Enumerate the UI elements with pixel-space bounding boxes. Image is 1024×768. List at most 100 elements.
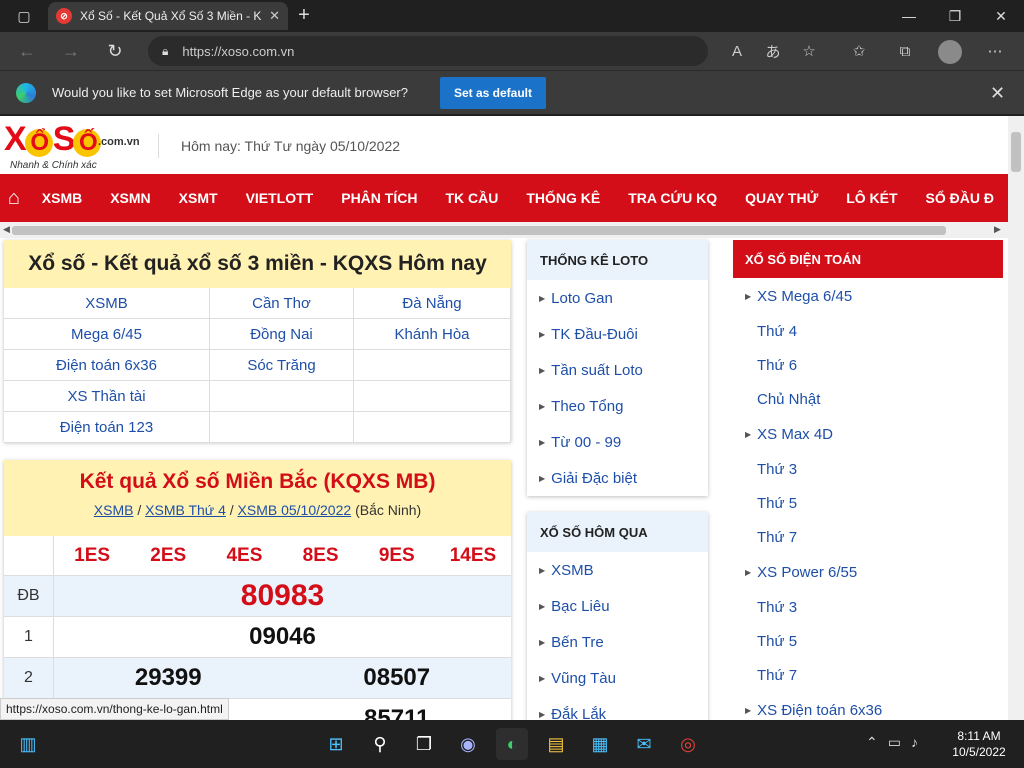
browser-tab[interactable]: ⊘ Xổ Số - Kết Quả Xổ Số 3 Miền - K ✕ (48, 2, 288, 30)
translate-icon[interactable]: あ (758, 37, 788, 65)
store-icon[interactable]: ▦ (584, 728, 616, 760)
caret-right-icon: ▶ (539, 293, 546, 303)
horizontal-scroll-thumb[interactable] (12, 226, 946, 235)
scroll-right-icon[interactable]: ▶ (994, 224, 1001, 235)
breadcrumb-xsmb[interactable]: XSMB (94, 502, 134, 518)
add-favorite-icon[interactable]: ☆ (794, 37, 824, 65)
computer-lottery-day-link[interactable]: Thứ 4 (757, 314, 797, 348)
yesterday-link[interactable]: ▶ Vũng Tàu (527, 660, 708, 696)
system-tray-icons[interactable]: ⌃▭♪ (866, 734, 928, 751)
region-link[interactable]: Mega 6/45 (4, 319, 210, 350)
caret-right-icon: ▶ (539, 565, 546, 575)
tab-close-icon[interactable]: ✕ (269, 8, 280, 24)
infobar-close-icon[interactable]: ✕ (990, 83, 1005, 104)
xsmb-results-box: Kết quả Xổ số Miền Bắc (KQXS MB) XSMB / … (4, 460, 511, 720)
region-link[interactable]: Cần Thơ (210, 288, 354, 319)
task-view-icon[interactable]: ❐ (408, 728, 440, 760)
nav-phan-tich[interactable]: PHÂN TÍCH (327, 190, 431, 206)
region-link (354, 350, 511, 381)
loto-stats-link[interactable]: ▶ TK Đầu-Đuôi (527, 316, 708, 352)
breadcrumb-xsmb-date[interactable]: XSMB 05/10/2022 (238, 502, 352, 518)
region-link[interactable]: Đồng Nai (210, 319, 354, 350)
computer-lottery-day-link[interactable]: Chủ Nhật (757, 382, 820, 416)
computer-lottery-day-link[interactable]: Thứ 5 (757, 624, 797, 658)
profile-avatar[interactable] (938, 40, 962, 64)
nav-tk-cau[interactable]: TK CẦU (431, 190, 512, 206)
set-as-default-button[interactable]: Set as default (440, 77, 546, 109)
widgets-icon[interactable]: ▥ (12, 728, 44, 760)
address-toolbar: ← → ↻ 🔒︎ https://xoso.com.vn A あ ☆ ✩ ⧉ ⋯ (0, 32, 1024, 70)
nav-tra-cuu-kq[interactable]: TRA CỨU KQ (614, 190, 731, 206)
scroll-left-icon[interactable]: ◀ (3, 224, 10, 235)
chat-icon[interactable]: ◉ (452, 728, 484, 760)
loto-stats-box: THỐNG KÊ LOTO ▶ Loto Gan ▶ TK Đầu-Đuôi ▶ Tầ… (527, 240, 708, 496)
chrome-icon[interactable]: ◎ (672, 728, 704, 760)
nav-xsmn[interactable]: XSMN (96, 190, 164, 206)
today-date: Hôm nay: Thứ Tư ngày 05/10/2022 (158, 134, 400, 158)
region-link[interactable]: Sóc Trăng (210, 350, 354, 381)
minimize-button[interactable]: — (886, 0, 932, 32)
yesterday-link[interactable]: ▶ Bến Tre (527, 624, 708, 660)
region-link[interactable]: Điện toán 6x36 (4, 350, 210, 381)
computer-lottery-link[interactable]: ▶ XS Mega 6/45 (745, 279, 852, 313)
taskbar-clock[interactable]: 8:11 AM 10/5/2022 (946, 728, 1012, 760)
vertical-scroll-thumb[interactable] (1011, 132, 1021, 172)
nav-quay-thu[interactable]: QUAY THỬ (731, 190, 832, 206)
nav-lo-ket[interactable]: LÔ KÉT (832, 190, 911, 206)
vertical-scrollbar[interactable] (1008, 116, 1024, 720)
more-menu-icon[interactable]: ⋯ (980, 37, 1010, 65)
yesterday-link[interactable]: ▶ Đắk Lắk (527, 696, 708, 721)
site-logo[interactable]: XỔSỐ .com.vn Nhanh & Chính xác (4, 120, 154, 172)
start-icon[interactable]: ⊞ (320, 728, 352, 760)
nav-thong-ke[interactable]: THỐNG KÊ (512, 190, 614, 206)
lock-icon[interactable]: 🔒︎ (162, 44, 168, 59)
loto-stats-link[interactable]: ▶ Tần suất Loto (527, 352, 708, 388)
region-link[interactable]: Đà Nẵng (354, 288, 511, 319)
home-icon[interactable]: ⌂ (0, 187, 28, 210)
file-explorer-icon[interactable]: ▤ (540, 728, 572, 760)
prize-2-value: 08507 (363, 664, 431, 691)
computer-lottery-day-link[interactable]: Thứ 3 (757, 452, 797, 486)
computer-lottery-day-link[interactable]: Thứ 7 (757, 520, 797, 554)
caret-right-icon: ▶ (539, 673, 546, 683)
yesterday-link[interactable]: ▶ Bạc Liêu (527, 588, 708, 624)
forward-button[interactable]: → (56, 36, 86, 66)
breadcrumb-xsmb-thu-4[interactable]: XSMB Thứ 4 (145, 502, 226, 518)
tab-actions-icon[interactable]: ▢ (8, 6, 40, 26)
loto-stats-link[interactable]: ▶ Từ 00 - 99 (527, 424, 708, 460)
computer-lottery-link[interactable]: ▶ XS Điện toán 6x36 (745, 693, 882, 720)
computer-lottery-day-link[interactable]: Thứ 5 (757, 486, 797, 520)
address-bar[interactable]: 🔒︎ https://xoso.com.vn (148, 36, 708, 66)
mail-icon[interactable]: ✉ (628, 728, 660, 760)
region-link[interactable]: Khánh Hòa (354, 319, 511, 350)
close-window-button[interactable]: ✕ (978, 0, 1024, 32)
yesterday-results-box: XỔ SỐ HÔM QUA ▶ XSMB ▶ Bạc Liêu ▶ Bến Tre ▶… (527, 512, 708, 720)
loto-stats-link[interactable]: ▶ Theo Tổng (527, 388, 708, 424)
region-link[interactable]: XSMB (4, 288, 210, 319)
computer-lottery-link[interactable]: ▶ XS Max 4D (745, 417, 833, 451)
search-icon[interactable]: ⚲ (364, 728, 396, 760)
computer-lottery-day-link[interactable]: Thứ 7 (757, 658, 797, 692)
region-link[interactable]: XS Thần tài (4, 381, 210, 412)
favorites-icon[interactable]: ✩ (844, 37, 874, 65)
read-aloud-icon[interactable]: A (722, 37, 752, 65)
computer-lottery-link[interactable]: ▶ XS Power 6/55 (745, 555, 857, 589)
horizontal-scrollbar[interactable]: ◀ ▶ (0, 222, 1008, 238)
region-link (354, 412, 511, 443)
yesterday-link[interactable]: ▶ XSMB (527, 552, 708, 588)
back-button[interactable]: ← (12, 36, 42, 66)
restore-button[interactable]: ❐ (932, 0, 978, 32)
nav-vietlott[interactable]: VIETLOTT (232, 190, 328, 206)
region-link[interactable]: Điện toán 123 (4, 412, 210, 443)
loto-stats-link[interactable]: ▶ Giải Đặc biệt (527, 460, 708, 496)
collections-icon[interactable]: ⧉ (890, 37, 920, 65)
edge-taskbar-icon[interactable]: ◐ (496, 728, 528, 760)
loto-stats-link[interactable]: ▶ Loto Gan (527, 280, 708, 316)
computer-lottery-day-link[interactable]: Thứ 3 (757, 590, 797, 624)
nav-so-dau-duoi[interactable]: SỔ ĐẦU Đ (912, 190, 1008, 206)
new-tab-button[interactable]: + (292, 4, 316, 28)
nav-xsmt[interactable]: XSMT (165, 190, 232, 206)
refresh-button[interactable]: ↻ (100, 36, 130, 66)
computer-lottery-day-link[interactable]: Thứ 6 (757, 348, 797, 382)
nav-xsmb[interactable]: XSMB (28, 190, 96, 206)
